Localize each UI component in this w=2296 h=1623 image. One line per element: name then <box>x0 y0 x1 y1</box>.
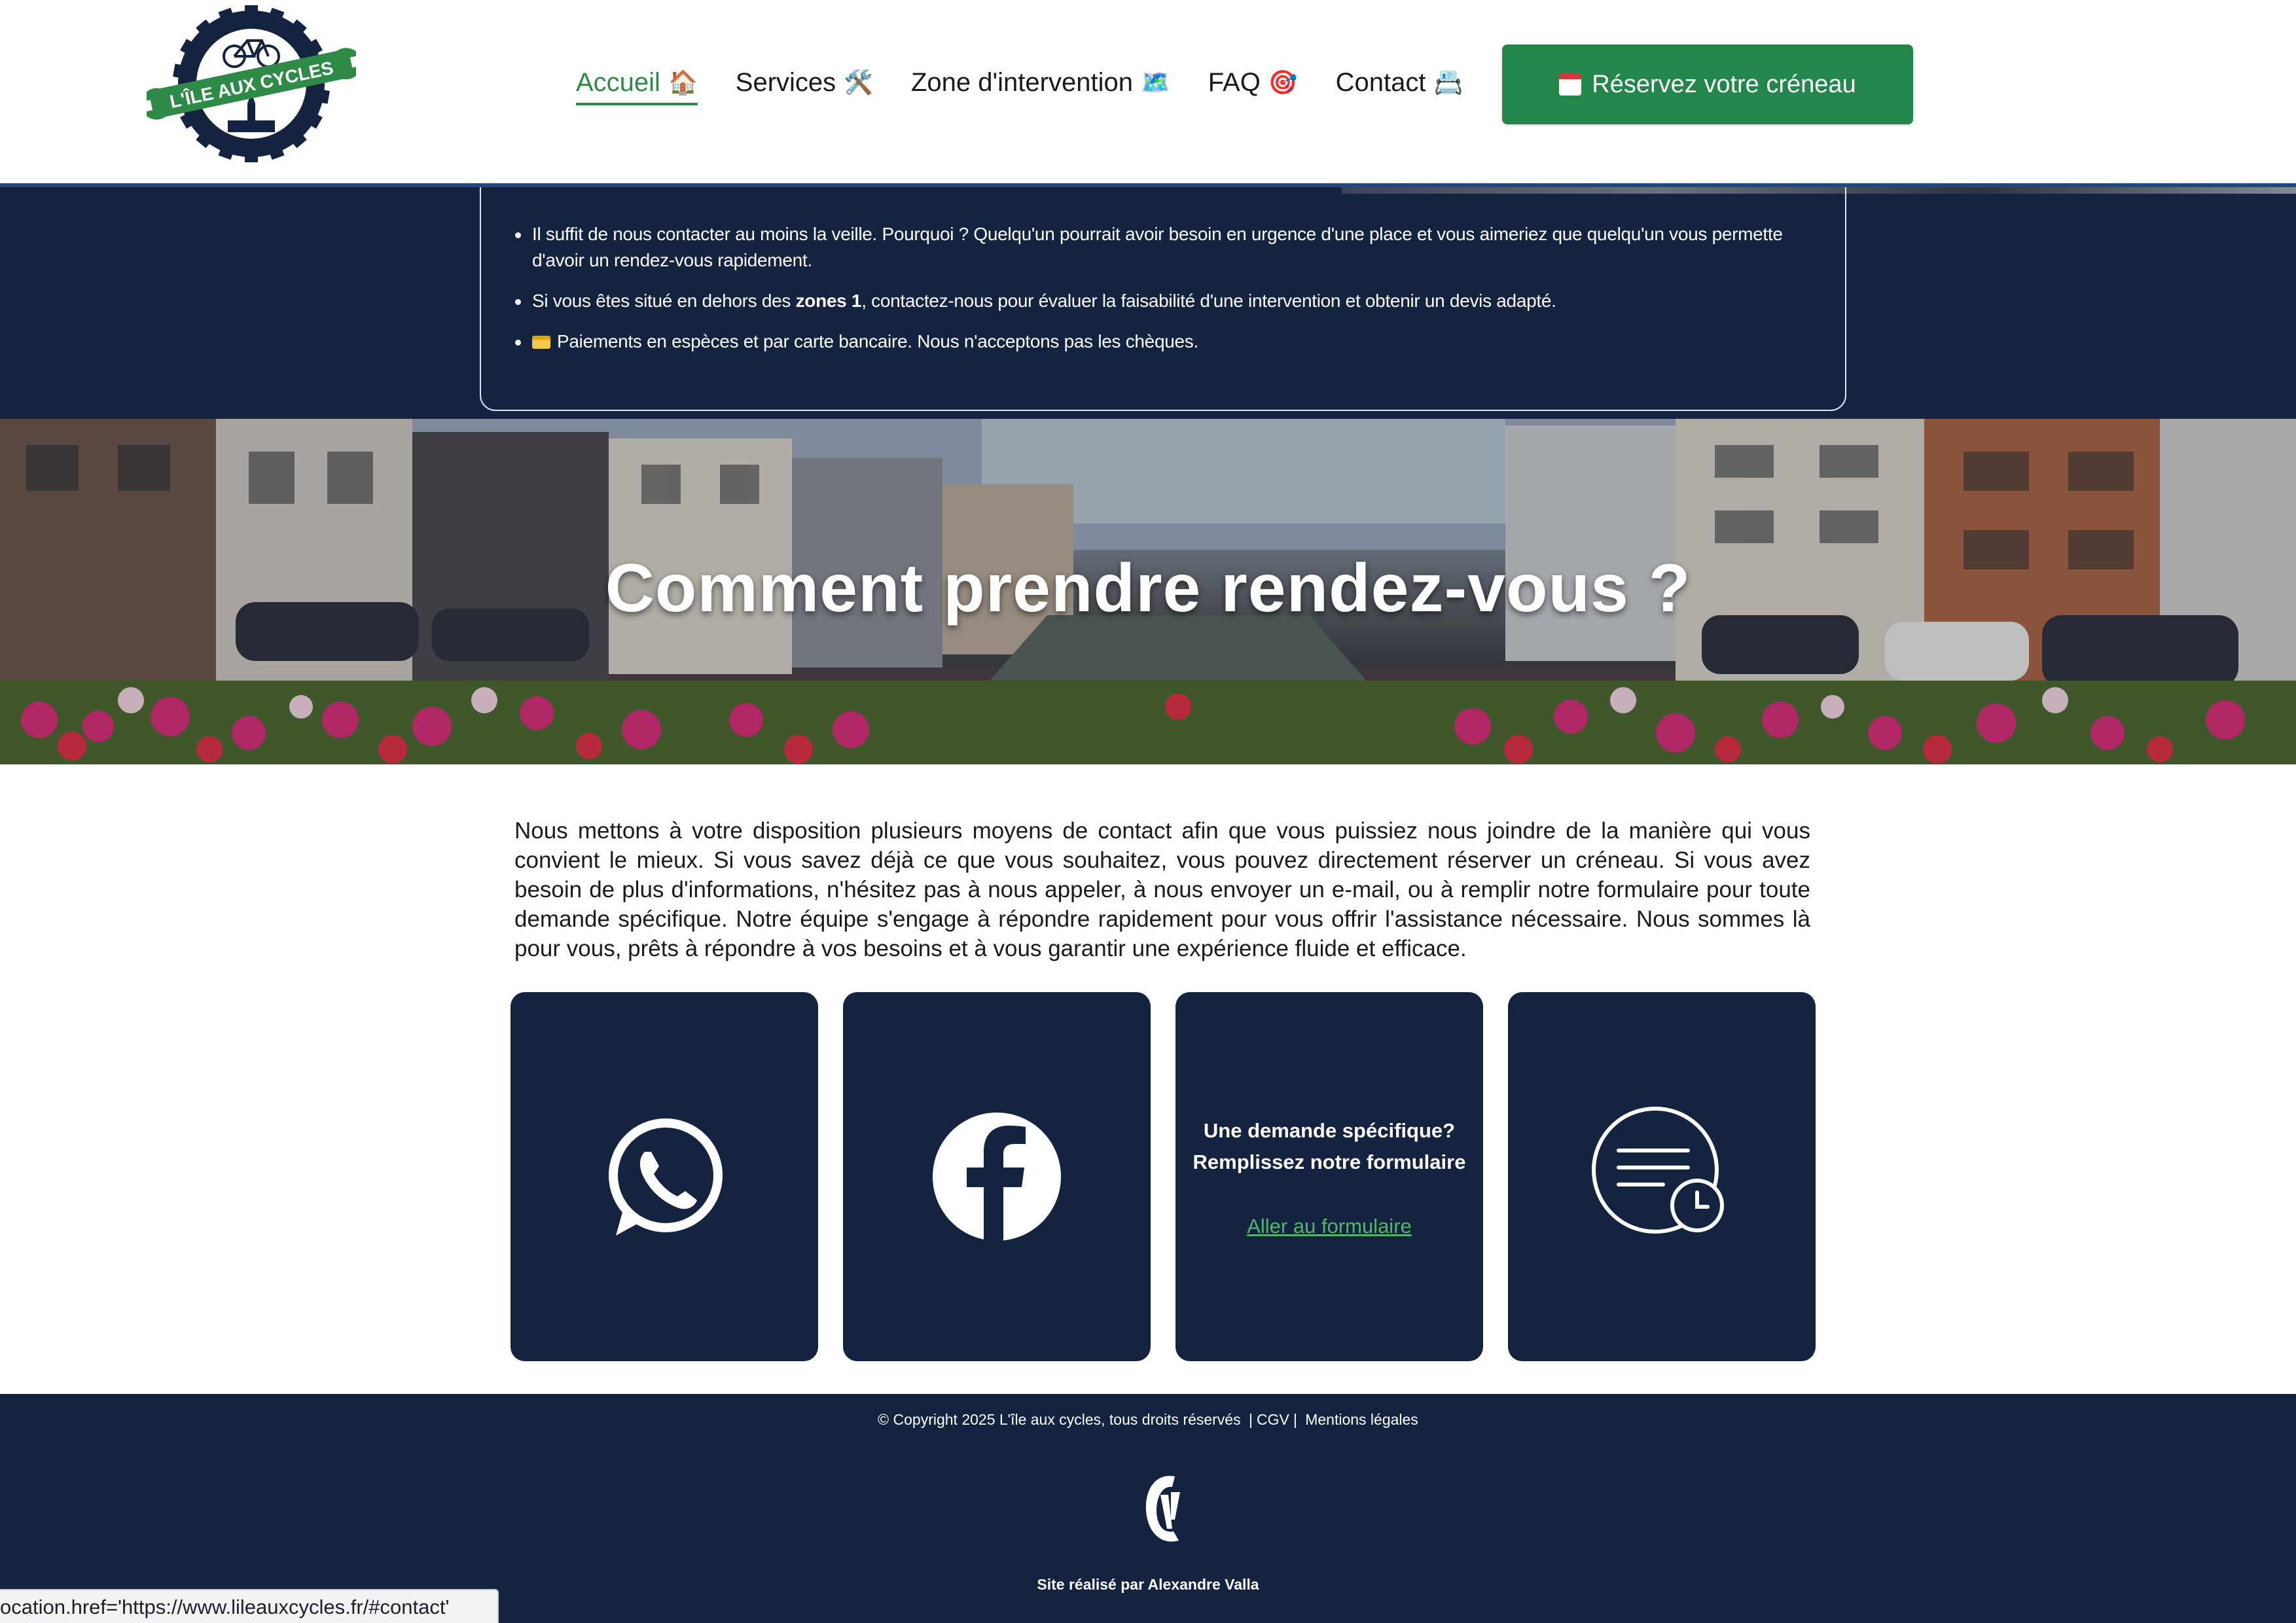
info-text: Paiements en espèces et par carte bancai… <box>557 331 1198 351</box>
form-card-line2: Remplissez notre formulaire <box>1193 1150 1466 1173</box>
site-header: L'ÎLE AUX CYCLES Accueil 🏠 Services 🛠️ Z… <box>0 0 2296 187</box>
booking-info-list: Il suffit de nous contacter au moins la … <box>515 221 1806 355</box>
intro-paragraph: Nous mettons à votre disposition plusieu… <box>514 818 1810 961</box>
hero-banner: Comment prendre rendez-vous ? <box>0 419 2296 764</box>
target-icon: 🎯 <box>1268 69 1298 96</box>
booking-info-box: Il suffit de nous contacter au moins la … <box>480 187 1846 411</box>
nav-item-contact[interactable]: Contact 📇 <box>1336 68 1463 105</box>
facebook-icon <box>933 1113 1061 1242</box>
main-nav: Accueil 🏠 Services 🛠️ Zone d'interventio… <box>576 60 1463 113</box>
nav-label: FAQ <box>1208 67 1261 97</box>
book-slot-label: Réservez votre créneau <box>1592 70 1856 98</box>
form-card-line1: Une demande spécifique? <box>1203 1119 1456 1142</box>
tools-icon: 🛠️ <box>844 69 873 96</box>
cgv-link[interactable]: CGV <box>1257 1411 1289 1428</box>
nav-label: Contact <box>1335 67 1426 97</box>
info-text: Il suffit de nous contacter au moins la … <box>532 224 1783 270</box>
list-item: Paiements en espèces et par carte bancai… <box>515 329 1806 355</box>
nav-item-services[interactable]: Services 🛠️ <box>736 68 873 105</box>
calendar-icon <box>1559 73 1582 96</box>
map-icon: 🗺️ <box>1140 69 1170 96</box>
credit-card-icon <box>532 336 550 349</box>
list-item: Si vous êtes situé en dehors des zones 1… <box>515 288 1806 314</box>
info-band: Il suffit de nous contacter au moins la … <box>0 187 2296 419</box>
go-to-form-link[interactable]: Aller au formulaire <box>1247 1215 1412 1238</box>
developer-logo[interactable] <box>1141 1466 1187 1551</box>
contact-form-card: Une demande spécifique? Remplissez notre… <box>1175 992 1483 1361</box>
nav-item-zone[interactable]: Zone d'intervention 🗺️ <box>911 68 1170 105</box>
nav-item-faq[interactable]: FAQ 🎯 <box>1208 68 1298 105</box>
nav-label: Zone d'intervention <box>911 67 1133 97</box>
info-text: , contactez-nous pour évaluer la faisabi… <box>861 291 1556 311</box>
separator: | <box>1293 1411 1297 1428</box>
info-text: Si vous êtes situé en dehors des <box>532 291 796 311</box>
info-text-bold: zones 1 <box>795 291 862 311</box>
nav-label: Accueil <box>576 67 660 97</box>
hero-title: Comment prendre rendez-vous ? <box>605 550 1691 626</box>
browser-status-bar: ocation.href='https://www.lileauxcycles.… <box>0 1589 499 1623</box>
contact-cards: Une demande spécifique? Remplissez notre… <box>511 992 1816 1361</box>
copyright-text: © Copyright 2025 L'île aux cycles, tous … <box>878 1411 1241 1428</box>
house-icon: 🏠 <box>668 69 698 96</box>
book-slot-button[interactable]: Réservez votre créneau <box>1502 45 1913 124</box>
facebook-card[interactable] <box>843 992 1151 1361</box>
nav-item-accueil[interactable]: Accueil 🏠 <box>576 68 698 105</box>
whatsapp-card[interactable] <box>511 992 818 1361</box>
whatsapp-icon <box>609 1118 723 1236</box>
message-clock-icon <box>1592 1107 1724 1234</box>
legal-notice-link[interactable]: Mentions légales <box>1305 1411 1418 1428</box>
nav-label: Services <box>735 67 836 97</box>
list-item: Il suffit de nous contacter au moins la … <box>515 221 1806 274</box>
booking-hours-card[interactable] <box>1508 992 1816 1361</box>
footer-legal-line: © Copyright 2025 L'île aux cycles, tous … <box>0 1411 2296 1429</box>
contact-card-icon: 📇 <box>1433 69 1463 96</box>
form-card-text: Une demande spécifique? Remplissez notre… <box>1193 1115 1466 1178</box>
separator: | <box>1249 1411 1253 1428</box>
site-logo[interactable]: L'ÎLE AUX CYCLES <box>147 5 356 162</box>
